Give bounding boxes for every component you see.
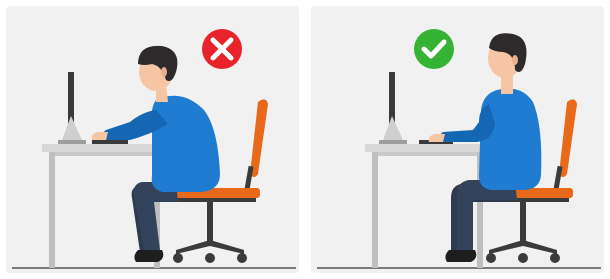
badge-circle (414, 29, 454, 69)
chair-post (520, 202, 526, 242)
desk-leg-left (372, 152, 378, 268)
person-arm (439, 104, 495, 142)
chair-back (250, 99, 268, 177)
desk-crossbar (378, 152, 477, 156)
chair-wheel (205, 253, 215, 263)
incorrect-badge (202, 29, 242, 69)
chair-back (559, 99, 577, 177)
desk-top (365, 144, 497, 152)
incorrect-posture-panel (6, 6, 299, 273)
person-ear (512, 55, 518, 65)
incorrect-posture-scene (12, 29, 296, 269)
monitor-base (58, 140, 86, 144)
desk-crossbar (55, 152, 154, 156)
chair-wheel (237, 253, 247, 263)
chair-wheel (550, 253, 560, 263)
desk-leg-left (49, 152, 55, 268)
chair-post (207, 202, 213, 242)
person-shoe (134, 250, 164, 262)
person-leg-front (457, 180, 517, 250)
person-torso (151, 95, 220, 192)
monitor-base (379, 140, 407, 144)
chair-legs (176, 240, 244, 254)
monitor-stand (383, 116, 403, 140)
person-ear (161, 67, 167, 77)
correct-posture-panel (311, 6, 604, 273)
correct-posture-scene (317, 29, 601, 269)
correct-badge (414, 29, 454, 69)
chair-wheel (518, 253, 528, 263)
chair-seat-base (168, 198, 256, 202)
chair-legs (489, 240, 557, 254)
person-neck (501, 76, 513, 94)
person-hand (428, 134, 445, 142)
monitor-stand (62, 116, 82, 140)
keyboard (92, 140, 128, 144)
posture-illustration (0, 0, 610, 279)
chair-wheel (173, 253, 183, 263)
person-shoe (445, 250, 477, 262)
person-hand (91, 132, 108, 140)
chair-wheel (486, 253, 496, 263)
person-torso (479, 88, 542, 190)
